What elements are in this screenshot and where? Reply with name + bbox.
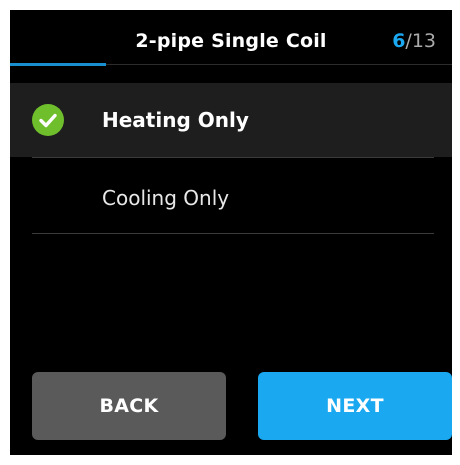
checkmark-circle-icon [32,104,64,136]
next-button[interactable]: NEXT [258,372,452,440]
option-label: Heating Only [102,108,249,132]
option-label: Cooling Only [102,186,230,210]
step-counter: 6/13 [392,30,436,52]
setup-screen: 2-pipe Single Coil 6/13 Heating Only Coo… [10,10,452,455]
option-cooling-only[interactable]: Cooling Only [10,161,452,235]
back-button[interactable]: BACK [32,372,226,440]
divider [32,233,434,234]
progress-fill [10,63,106,66]
step-current: 6 [392,30,406,52]
header: 2-pipe Single Coil 6/13 [10,10,452,72]
option-heating-only[interactable]: Heating Only [10,83,452,157]
page-title: 2-pipe Single Coil [135,30,327,52]
step-total: /13 [405,30,436,52]
divider [32,157,434,158]
